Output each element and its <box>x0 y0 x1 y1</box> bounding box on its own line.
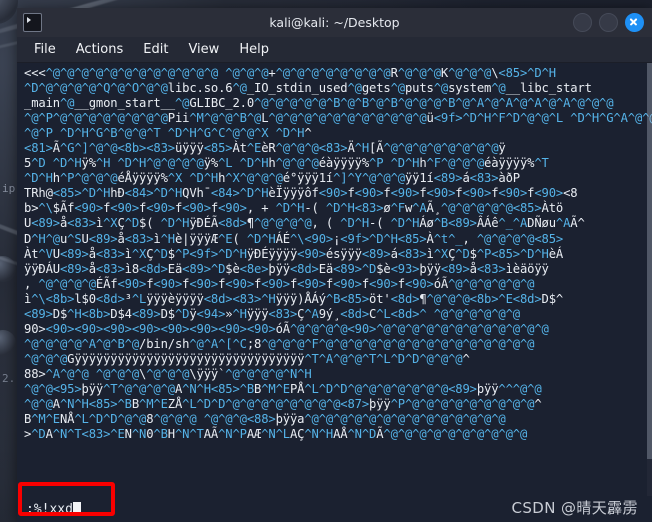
terminal-line: ^@^@^@Gÿÿÿÿÿÿÿÿÿÿÿÿÿÿÿÿÿÿÿÿÿÿÿÿÿÿÿÿÿÿÿÿ^… <box>24 351 470 366</box>
menu-bar: File Actions Edit View Help <box>17 37 652 63</box>
terminal-body[interactable]: <<<^@^@^@^@^@^@^@^@^@^@^@^@ ^@^@^@+^@^@^… <box>17 63 652 522</box>
terminal-output: <<<^@^@^@^@^@^@^@^@^@^@^@^@ ^@^@^@+^@^@^… <box>24 66 652 442</box>
maximize-button[interactable] <box>599 13 618 32</box>
desktop-decor-blob <box>0 330 16 356</box>
terminal-line: ^@^P^@^@^@^@^@^@^@^@Pii^M^@^@^B^@L^@^@^@… <box>24 111 652 126</box>
terminal-line: B^M^ENÅ^L^D^D^@^@8^@^@^@ ^@^@^@<88>þÿÿa^… <box>24 412 506 427</box>
window-title: kali@kali: ~/Desktop <box>269 15 400 30</box>
vim-command-line[interactable]: :%!xxd <box>26 502 81 517</box>
text-cursor <box>72 502 81 516</box>
terminal-line: <<<^@^@^@^@^@^@^@^@^@^@^@^@ ^@^@^@+^@^@^… <box>24 66 556 80</box>
terminal-line: ^@^@A^N^H<85>^BB^M^EZÅ^L^D^D^@^@^@^@^@^@… <box>24 397 542 412</box>
window-titlebar[interactable]: kali@kali: ~/Desktop <box>17 8 652 37</box>
watermark-label: CSDN @晴天霹雳 <box>511 499 638 517</box>
desktop-decor-blob <box>0 0 18 24</box>
terminal-line: ÿÿÐÁU<89>å<83>ì8<8d>Eä<89>^D$è<8e>þÿÿ<8d… <box>24 261 549 276</box>
menu-item-help[interactable]: Help <box>230 40 278 59</box>
terminal-line: TRh@<85>^D^HhÐ<84>^D^HQVh¯<84>^D^HèÏÿÿÿô… <box>24 186 578 201</box>
terminal-line: >^DA^N^T<83>^EN^N0^BH^N^TAÃ^N^PAÆ^N^LAÇ^… <box>24 427 528 442</box>
terminal-line: ^@^@^@^@^A^@^B^@/bin/sh^@^A^[^C;8^@^@^@^… <box>24 336 535 351</box>
terminal-line: ì^\<8b>l$0<8d>³^Lÿÿÿèÿÿÿÿ<8d><83>^Hÿÿÿ)Å… <box>24 291 564 306</box>
terminal-line: ^@^P ^D^H^G^B^@^@^T ^D^H^G^C^@^@^X ^D^H^ <box>24 126 312 141</box>
terminal-scrollbar[interactable] <box>647 63 652 522</box>
terminal-line: , ^@^@^@^@ÉÃf<90>f<90>f<90>f<90>f<90>f<9… <box>24 276 535 291</box>
desktop-label-ip: ip <box>2 182 16 195</box>
terminal-line: ^D^@^@^@^@^Q^@^O^@^@libc.so.6^@_IO_stdin… <box>24 81 592 96</box>
menu-item-file[interactable]: File <box>25 40 65 59</box>
terminal-icon <box>23 13 42 32</box>
window-controls <box>573 13 644 32</box>
terminal-line: ^D^Hh^P^@^@^@éÅÿÿÿÿ%^X ^D^Hh^X^@^@^@é°ÿÿ… <box>24 171 520 186</box>
menu-item-view[interactable]: View <box>179 40 228 59</box>
terminal-line: <81>Ã^G^]^@^@<8b><83>üÿÿÿ<85>Àt^EèR^@^@^… <box>24 141 506 156</box>
terminal-line: 90><90><90><90><90><90><90><90><90>óÃ^@^… <box>24 321 549 336</box>
terminal-line: 5^D ^D^Hÿ%^H ^D^H^@^@^@^@ÿ%^L ^D^Hh^@^@^… <box>24 156 549 171</box>
desktop-label-number: 2. <box>2 372 16 385</box>
terminal-line: b>^\$Ãf<90>f<90>f<90>f<90>f<90>, + ^D^H-… <box>24 201 564 216</box>
vim-command-text: :%!xxd <box>26 501 73 517</box>
menu-item-actions[interactable]: Actions <box>67 40 133 59</box>
terminal-line: 88>^A^@^@ ^@^@^@\^@^@^@\ÿÿÿ`^@^@^@^@^N^H <box>24 366 312 381</box>
close-icon[interactable] <box>625 13 644 32</box>
terminal-line: D^H^@u^SU<89>å<83>ì^Hè|ÿÿÿÆ^E( ^D^HÁÉ^\<… <box>24 231 564 246</box>
terminal-line: ^@^@<95>þÿÿ^T^@^@^@^@A^N^H<85>^BB^M^EPÅ^… <box>24 381 542 396</box>
terminal-line: U<89>å<83>ì^XÇ^D$( ^D^HÿÐÉÃ<8d>¶^@^@^@^@… <box>24 216 585 231</box>
terminal-window: kali@kali: ~/Desktop File Actions Edit V… <box>17 8 652 522</box>
scrollbar-thumb[interactable] <box>647 63 652 459</box>
terminal-line: <89>D$^H<8b>D$4<89>D$^Dÿ<94>»^Hÿÿÿ<83>Ç^… <box>24 306 520 321</box>
terminal-line: _main^@__gmon_start__^@GLIBC_2.0^@^@^@^@… <box>24 96 614 111</box>
terminal-line: Àt^VU<89>å<83>ì^XÇ^D$^P<9f>^D^HÿÐÉÿÿÿÿ<9… <box>24 246 564 261</box>
minimize-button[interactable] <box>573 13 592 32</box>
menu-item-edit[interactable]: Edit <box>134 40 177 59</box>
